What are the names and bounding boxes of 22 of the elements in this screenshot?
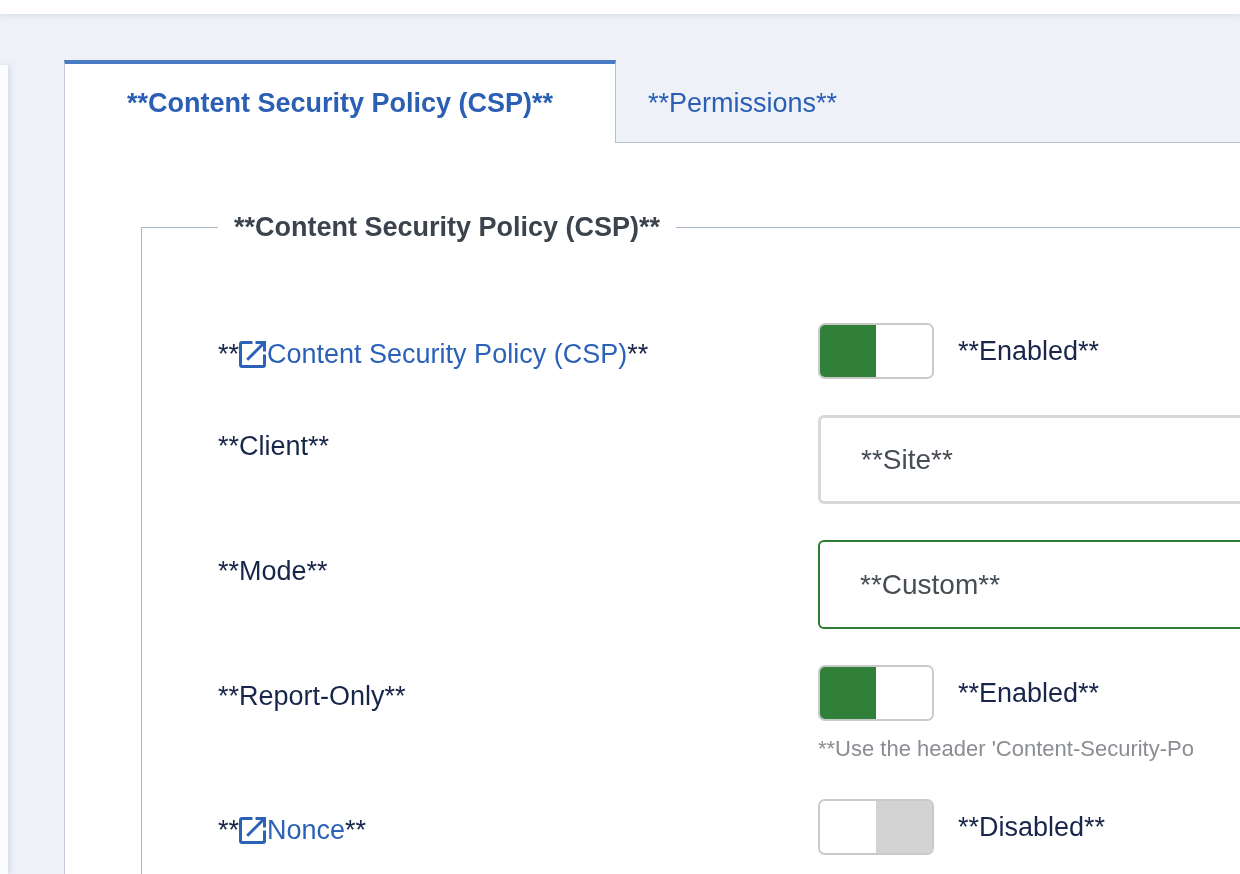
field-label: **Mode** xyxy=(218,555,328,588)
switch-status: **Enabled** xyxy=(958,335,1100,368)
field-label-link[interactable]: Nonce xyxy=(239,813,346,847)
field-label-link[interactable]: Content Security Policy (CSP) xyxy=(239,337,628,371)
field-label: **Client** xyxy=(218,430,330,463)
fieldset-legend: **Content Security Policy (CSP)** xyxy=(218,209,677,245)
select-field[interactable]: **Site** xyxy=(818,415,1240,504)
field-label: ** xyxy=(345,814,367,847)
switch-status: **Disabled** xyxy=(958,811,1106,844)
help-text: **Use the header 'Content-Security-Po xyxy=(818,735,1195,763)
field-label: **Report-Only** xyxy=(218,680,406,713)
field-label: ** xyxy=(218,814,239,847)
toggle-switch[interactable] xyxy=(818,323,934,379)
toggle-switch[interactable] xyxy=(818,799,934,855)
field-label: ** xyxy=(218,338,239,371)
external-link-icon xyxy=(239,340,266,368)
select-field[interactable]: **Custom** xyxy=(818,540,1240,629)
field-label: ** xyxy=(627,338,649,371)
switch-status: **Enabled** xyxy=(958,677,1100,710)
tab[interactable]: **Content Security Policy (CSP)** xyxy=(64,60,616,143)
external-link-icon xyxy=(239,816,266,844)
toggle-switch[interactable] xyxy=(818,665,934,721)
